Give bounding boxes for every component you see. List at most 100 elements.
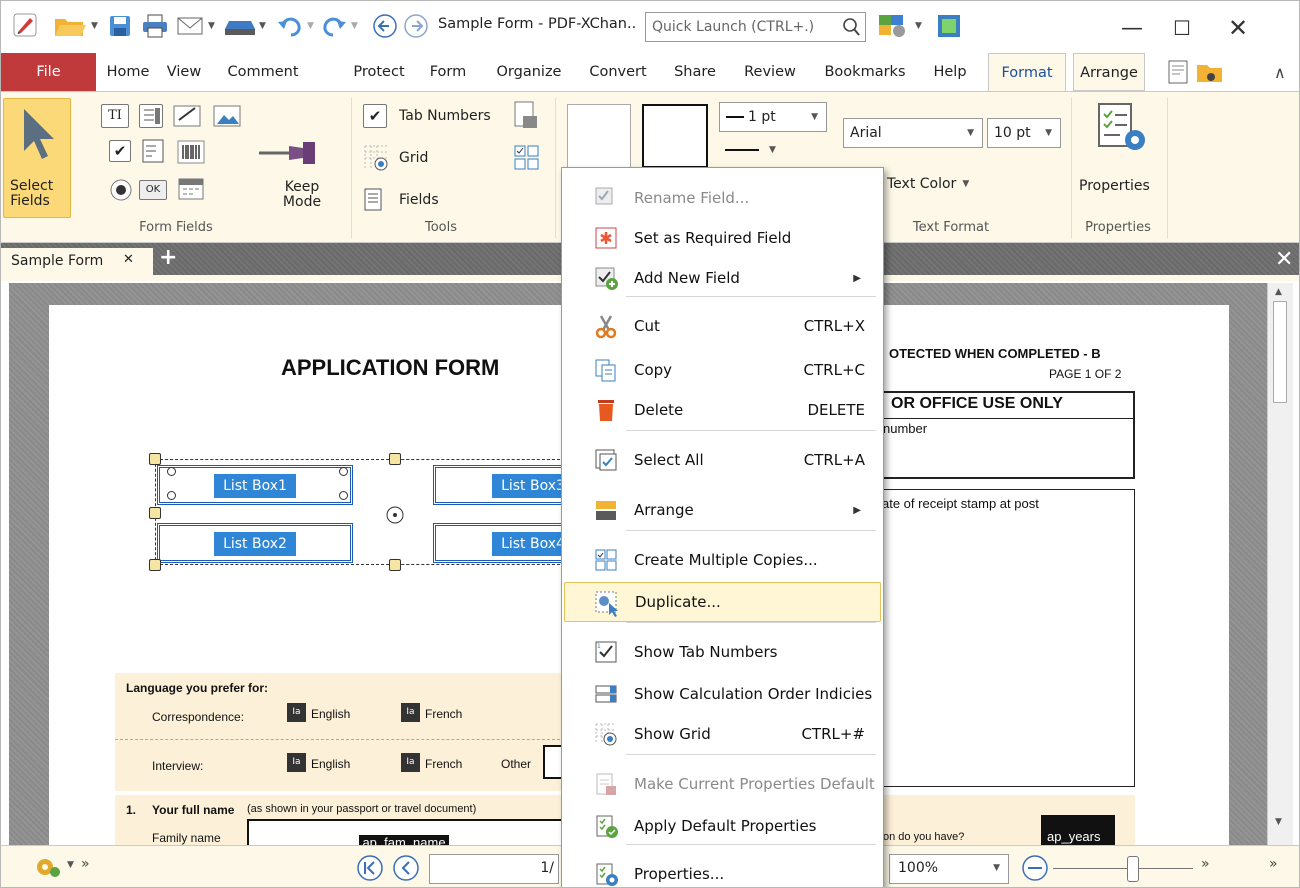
dropdown-arrow-icon[interactable]: ▼ xyxy=(915,13,922,39)
menu-comment[interactable]: Comment xyxy=(213,53,313,91)
previous-page-button[interactable] xyxy=(392,854,420,886)
zoom-slider-track[interactable] xyxy=(1053,868,1193,869)
text-field-icon[interactable]: TI xyxy=(101,104,129,128)
customize-icon[interactable] xyxy=(877,13,911,39)
resize-handle[interactable] xyxy=(339,491,348,500)
resize-handle[interactable] xyxy=(149,507,161,519)
menu-view[interactable]: View xyxy=(161,53,207,91)
full-screen-icon[interactable] xyxy=(937,13,961,39)
list-box-icon[interactable] xyxy=(141,138,165,168)
resize-handle[interactable] xyxy=(149,559,161,571)
first-page-button[interactable] xyxy=(356,854,384,886)
print-icon[interactable] xyxy=(141,13,169,39)
zoom-slider-thumb[interactable] xyxy=(1127,856,1139,882)
page-number-field[interactable]: 1/ xyxy=(429,854,559,884)
resize-handle[interactable] xyxy=(167,491,176,500)
menu-share[interactable]: Share xyxy=(670,53,720,91)
quick-launch-box[interactable]: Quick Launch (CTRL+.) xyxy=(645,12,866,42)
resize-handle[interactable] xyxy=(389,453,401,465)
date-field-icon[interactable] xyxy=(177,174,205,206)
radio-button-icon[interactable] xyxy=(109,178,133,206)
border-color-swatch[interactable] xyxy=(642,104,708,168)
fields-icon[interactable] xyxy=(363,188,385,216)
zoom-out-button[interactable] xyxy=(1021,854,1049,886)
context-menu-item-apply-default-properties[interactable]: Apply Default Properties xyxy=(564,806,881,846)
properties-ribbon-icon[interactable] xyxy=(1091,100,1155,164)
collapse-ribbon-icon[interactable]: ∧ xyxy=(1274,63,1286,82)
undo-icon[interactable] xyxy=(277,13,303,39)
pushpin-icon[interactable] xyxy=(257,138,321,172)
context-menu-item-add-new-field[interactable]: Add New Field ▶ xyxy=(564,258,881,298)
resize-handle[interactable] xyxy=(167,467,176,476)
close-document-icon[interactable]: ✕ xyxy=(1275,247,1293,272)
email-icon[interactable] xyxy=(176,13,206,39)
context-menu-item-duplicate[interactable]: Duplicate... xyxy=(564,582,881,622)
context-menu-item-show-grid[interactable]: Show Grid CTRL+# xyxy=(564,714,881,754)
properties-button-label[interactable]: Properties xyxy=(1079,178,1150,194)
close-window-button[interactable]: ✕ xyxy=(1215,9,1261,47)
scanner-icon[interactable] xyxy=(223,13,257,39)
correspondence-english-checkbox[interactable]: Ia xyxy=(287,703,306,722)
context-menu-item-delete[interactable]: Delete DELETE xyxy=(564,390,881,430)
tab-numbers-label[interactable]: Tab Numbers xyxy=(399,108,491,124)
context-menu-item-make-current-properties-default[interactable]: Make Current Properties Default xyxy=(564,764,881,804)
font-dropdown[interactable]: Arial ▼ xyxy=(843,118,983,148)
rotation-center-icon[interactable] xyxy=(385,505,405,529)
redo-icon[interactable] xyxy=(321,13,347,39)
dropdown-arrow-icon[interactable]: ▼ xyxy=(208,13,215,39)
keep-mode-label[interactable]: Keep Mode xyxy=(279,180,325,210)
button-field-icon[interactable]: OK xyxy=(139,180,167,200)
scroll-down-icon[interactable]: ▼ xyxy=(1275,817,1282,827)
menu-form[interactable]: Form xyxy=(423,53,473,91)
context-menu-item-set-as-required-field[interactable]: Set as Required Field xyxy=(564,218,881,258)
menu-home[interactable]: Home xyxy=(103,53,153,91)
interview-french-checkbox[interactable]: Ia xyxy=(401,753,420,772)
maximize-button[interactable]: ☐ xyxy=(1159,9,1205,47)
context-menu-item-rename-field[interactable]: Rename Field... xyxy=(564,178,881,218)
context-menu-item-create-multiple-copies[interactable]: Create Multiple Copies... xyxy=(564,540,881,580)
menu-review[interactable]: Review xyxy=(739,53,801,91)
text-color-button[interactable]: Text Color ▼ xyxy=(887,176,969,192)
menu-help[interactable]: Help xyxy=(929,53,971,91)
font-size-dropdown[interactable]: 10 pt ▼ xyxy=(987,118,1061,148)
menu-bookmarks[interactable]: Bookmarks xyxy=(819,53,911,91)
vertical-scrollbar[interactable]: ▲ ▼ xyxy=(1267,283,1293,845)
expand-chevron-icon[interactable]: » xyxy=(1269,856,1278,872)
combo-box-icon[interactable] xyxy=(139,104,163,128)
scroll-thumb[interactable] xyxy=(1273,301,1287,403)
context-menu-item-properties[interactable]: Properties... xyxy=(564,854,881,887)
resize-handle[interactable] xyxy=(149,453,161,465)
settings-gear-icon[interactable] xyxy=(31,854,65,884)
image-field-icon[interactable] xyxy=(213,102,243,134)
menu-arrange[interactable]: Arrange xyxy=(1073,53,1145,91)
context-menu-item-copy[interactable]: Copy CTRL+C xyxy=(564,350,881,390)
document-binoculars-icon[interactable] xyxy=(1167,59,1227,89)
select-fields-button[interactable]: Select Fields xyxy=(3,98,71,218)
menu-convert[interactable]: Convert xyxy=(584,53,652,91)
dropdown-arrow-icon[interactable]: ▼ xyxy=(259,13,266,39)
menu-protect[interactable]: Protect xyxy=(345,53,413,91)
menu-organize[interactable]: Organize xyxy=(491,53,567,91)
grid-icon[interactable] xyxy=(363,144,391,176)
scroll-up-icon[interactable]: ▲ xyxy=(1275,287,1282,297)
document-tab[interactable]: Sample Form ✕ xyxy=(1,248,153,275)
tab-numbers-check-icon[interactable]: ✔ xyxy=(363,104,387,128)
menu-file[interactable]: File xyxy=(1,53,96,91)
expand-chevron-icon[interactable]: » xyxy=(1201,856,1210,872)
back-icon[interactable] xyxy=(372,13,398,39)
forward-icon[interactable] xyxy=(403,13,429,39)
context-menu-item-cut[interactable]: Cut CTRL+X xyxy=(564,306,881,346)
open-folder-icon[interactable] xyxy=(53,13,87,39)
save-icon[interactable] xyxy=(108,13,132,39)
context-menu-item-arrange[interactable]: Arrange ▶ xyxy=(564,490,881,530)
expand-chevron-icon[interactable]: » xyxy=(81,856,90,872)
dropdown-arrow-icon[interactable]: ▼ xyxy=(67,860,74,870)
dropdown-arrow-icon[interactable]: ▼ xyxy=(91,13,98,39)
document-properties-icon[interactable] xyxy=(513,100,539,134)
close-tab-icon[interactable]: ✕ xyxy=(123,246,134,273)
fill-color-swatch[interactable] xyxy=(567,104,631,168)
dropdown-arrow-icon[interactable]: ▼ xyxy=(307,13,314,39)
checkbox-icon[interactable]: ✔ xyxy=(109,140,131,162)
minimize-button[interactable]: — xyxy=(1109,9,1155,47)
interview-english-checkbox[interactable]: Ia xyxy=(287,753,306,772)
